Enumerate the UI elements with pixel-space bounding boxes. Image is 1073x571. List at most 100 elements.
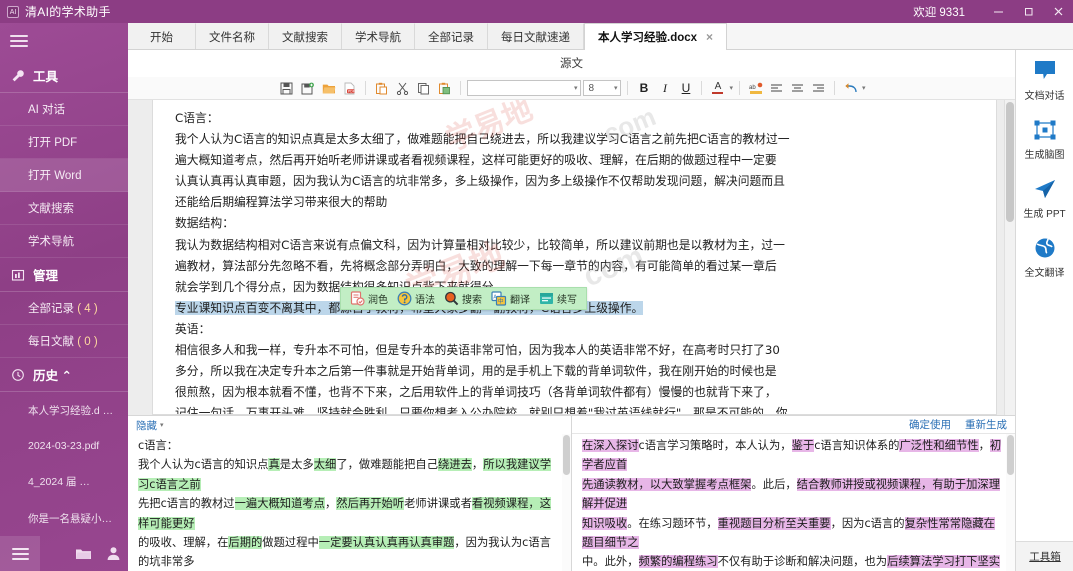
document-text-body[interactable]: C语言： 我个人认为C语言的知识点真是太多太细了，做难题能把自己绕进去，所以我建…: [153, 100, 996, 414]
rail-item-mindmap[interactable]: 生成脑图: [1016, 109, 1073, 168]
history-item-3[interactable]: 4_2024 届 …: [0, 463, 128, 500]
save-button[interactable]: [277, 79, 296, 98]
sidebar-item-academic-nav[interactable]: 学术导航: [0, 225, 128, 258]
original-text-content: c语言： 我个人认为c语言的知识点真是太多太细了，做难题能把自己绕进去，所以我建议…: [128, 434, 571, 571]
grammar-icon: [397, 291, 412, 306]
text-run: 不仅有助于诊断和解决问题，也为: [717, 555, 888, 569]
chevron-down-icon[interactable]: ▾: [862, 84, 866, 92]
doc-line: C语言：: [175, 111, 219, 125]
maximize-button[interactable]: [1013, 0, 1043, 23]
bold-button[interactable]: B: [634, 79, 653, 98]
italic-button[interactable]: I: [655, 79, 674, 98]
align-left-button[interactable]: [767, 79, 786, 98]
original-panel-header: 隐藏 ▾: [128, 416, 571, 434]
tab-close-icon[interactable]: ×: [706, 30, 713, 44]
sidebar-item-daily-literature[interactable]: 每日文献 ( 0 ): [0, 325, 128, 358]
sidebar-group-history[interactable]: 历史 ⌃: [0, 358, 128, 392]
sidebar-item-literature-search[interactable]: 文献搜索: [0, 192, 128, 225]
document-page[interactable]: 学易地 com 学易地 com C语言： 我个人认为C语言的知识点真是太多太细了…: [152, 100, 997, 415]
bottom-panels: 隐藏 ▾ c语言： 我个人认为c语言的知识点真是太多太细了，做难题能把自己绕进去，…: [128, 415, 1015, 571]
underline-button[interactable]: U: [676, 79, 695, 98]
history-item-1[interactable]: 本人学习经验.d …: [0, 392, 128, 429]
translate-button[interactable]: A中 翻译: [488, 291, 533, 306]
daily-count-badge: ( 0 ): [77, 336, 98, 348]
tab-academic-nav[interactable]: 学术导航: [342, 23, 415, 49]
text-highlight-button[interactable]: ab: [746, 79, 765, 98]
history-item-label: 本人学习经验.d …: [28, 405, 114, 417]
text-run: 做题过程中: [262, 536, 319, 550]
history-item-4[interactable]: 你是一名悬疑小说 …: [0, 500, 128, 537]
text-run: c语言：: [138, 439, 179, 452]
doc-chat-icon: [1033, 59, 1057, 83]
polish-button[interactable]: 润色: [347, 291, 391, 306]
ai-result-panel: 确定使用 重新生成 在深入探讨c语言学习策略时，本人认为，鉴于c语言知识体系的广…: [572, 416, 1015, 571]
undo-button[interactable]: [841, 79, 860, 98]
sidebar-group-tools[interactable]: 工具: [0, 59, 128, 93]
align-right-button[interactable]: [809, 79, 828, 98]
menu-toggle-icon: [11, 545, 29, 563]
copy-button[interactable]: [414, 79, 433, 98]
sidebar-item-open-word[interactable]: 打开 Word: [0, 159, 128, 192]
font-family-select[interactable]: ▾: [467, 80, 582, 96]
align-left-icon: [771, 83, 782, 92]
minimize-button[interactable]: [983, 0, 1013, 23]
search-button[interactable]: 搜索: [441, 291, 485, 306]
rail-item-doc-chat[interactable]: 文档对话: [1016, 50, 1073, 109]
tab-all-records[interactable]: 全部记录: [415, 23, 488, 49]
text-run: 的吸收、理解，在: [138, 536, 229, 550]
confirm-use-button[interactable]: 确定使用: [909, 417, 951, 432]
original-panel-scrollbar[interactable]: [562, 434, 571, 571]
sidebar-collapse-button[interactable]: [0, 23, 128, 59]
sidebar-item-open-pdf[interactable]: 打开 PDF: [0, 126, 128, 159]
text-run: c语言学习策略时，本人认为，: [638, 439, 792, 452]
sidebar-item-label: AI 对话: [28, 104, 66, 116]
font-color-button[interactable]: A: [708, 79, 727, 98]
document-scrollbar[interactable]: [1004, 100, 1015, 415]
highlighted-text-run: 知识吸收: [582, 516, 628, 530]
history-item-2[interactable]: 2024-03-23.pdf: [0, 429, 128, 463]
scrollbar-thumb[interactable]: [563, 435, 570, 475]
open-file-button[interactable]: [319, 79, 338, 98]
scrollbar-thumb[interactable]: [1007, 435, 1014, 475]
highlighted-text-run: 先通读教材，以大致掌握考点框架: [582, 477, 752, 491]
sidebar-menu-toggle-button[interactable]: [0, 536, 40, 571]
chevron-down-icon[interactable]: ▾: [729, 84, 733, 92]
rail-item-full-translate[interactable]: 全文翻译: [1016, 227, 1073, 286]
record-count-badge: ( 4 ): [77, 303, 98, 315]
tab-filename[interactable]: 文件名称: [196, 23, 269, 49]
align-center-button[interactable]: [788, 79, 807, 98]
tab-document-active[interactable]: 本人学习经验.docx ×: [584, 23, 728, 50]
font-size-select[interactable]: 8 ▾: [583, 80, 622, 96]
export-pdf-button[interactable]: PDF: [340, 79, 359, 98]
hide-button[interactable]: 隐藏: [136, 418, 157, 433]
text-run: ，因为c语言的: [830, 516, 905, 530]
grammar-button[interactable]: 语法: [394, 291, 438, 306]
tab-literature-search[interactable]: 文献搜索: [269, 23, 342, 49]
folder-button[interactable]: [68, 536, 98, 571]
save-as-button[interactable]: [298, 79, 317, 98]
undo-group: ▾: [835, 79, 872, 98]
scrollbar-thumb[interactable]: [1006, 102, 1014, 222]
cut-button[interactable]: [393, 79, 412, 98]
sidebar-group-manage[interactable]: 管理: [0, 258, 128, 292]
paste-special-button[interactable]: [435, 79, 454, 98]
toolbox-button[interactable]: 工具箱: [1016, 541, 1073, 571]
highlighted-text-run: 重视题目分析至关重要: [717, 516, 831, 530]
user-profile-button[interactable]: [98, 536, 128, 571]
tab-daily-literature[interactable]: 每日文献速递: [488, 23, 584, 49]
continue-write-button[interactable]: 续写: [536, 291, 580, 306]
sidebar-item-ai-chat[interactable]: AI 对话: [0, 93, 128, 126]
doc-line: 遍教材，算法部分先忽略不看，先将概念部分弄明白，大致的理解一下每一章节的内容，有…: [175, 258, 777, 273]
ai-panel-scrollbar[interactable]: [1006, 434, 1015, 571]
paste-button[interactable]: [372, 79, 391, 98]
source-text-label-text: 源文: [560, 57, 583, 70]
sidebar-item-all-records[interactable]: 全部记录 ( 4 ): [0, 292, 128, 325]
close-button[interactable]: [1043, 0, 1073, 23]
sidebar-item-label: 打开 PDF: [28, 137, 78, 149]
svg-text:中: 中: [498, 297, 504, 305]
save-as-icon: [301, 82, 315, 94]
rail-item-ppt[interactable]: 生成 PPT: [1016, 168, 1073, 227]
chevron-down-icon[interactable]: ▾: [160, 421, 164, 429]
regenerate-button[interactable]: 重新生成: [965, 417, 1007, 432]
tab-start[interactable]: 开始: [128, 23, 196, 49]
